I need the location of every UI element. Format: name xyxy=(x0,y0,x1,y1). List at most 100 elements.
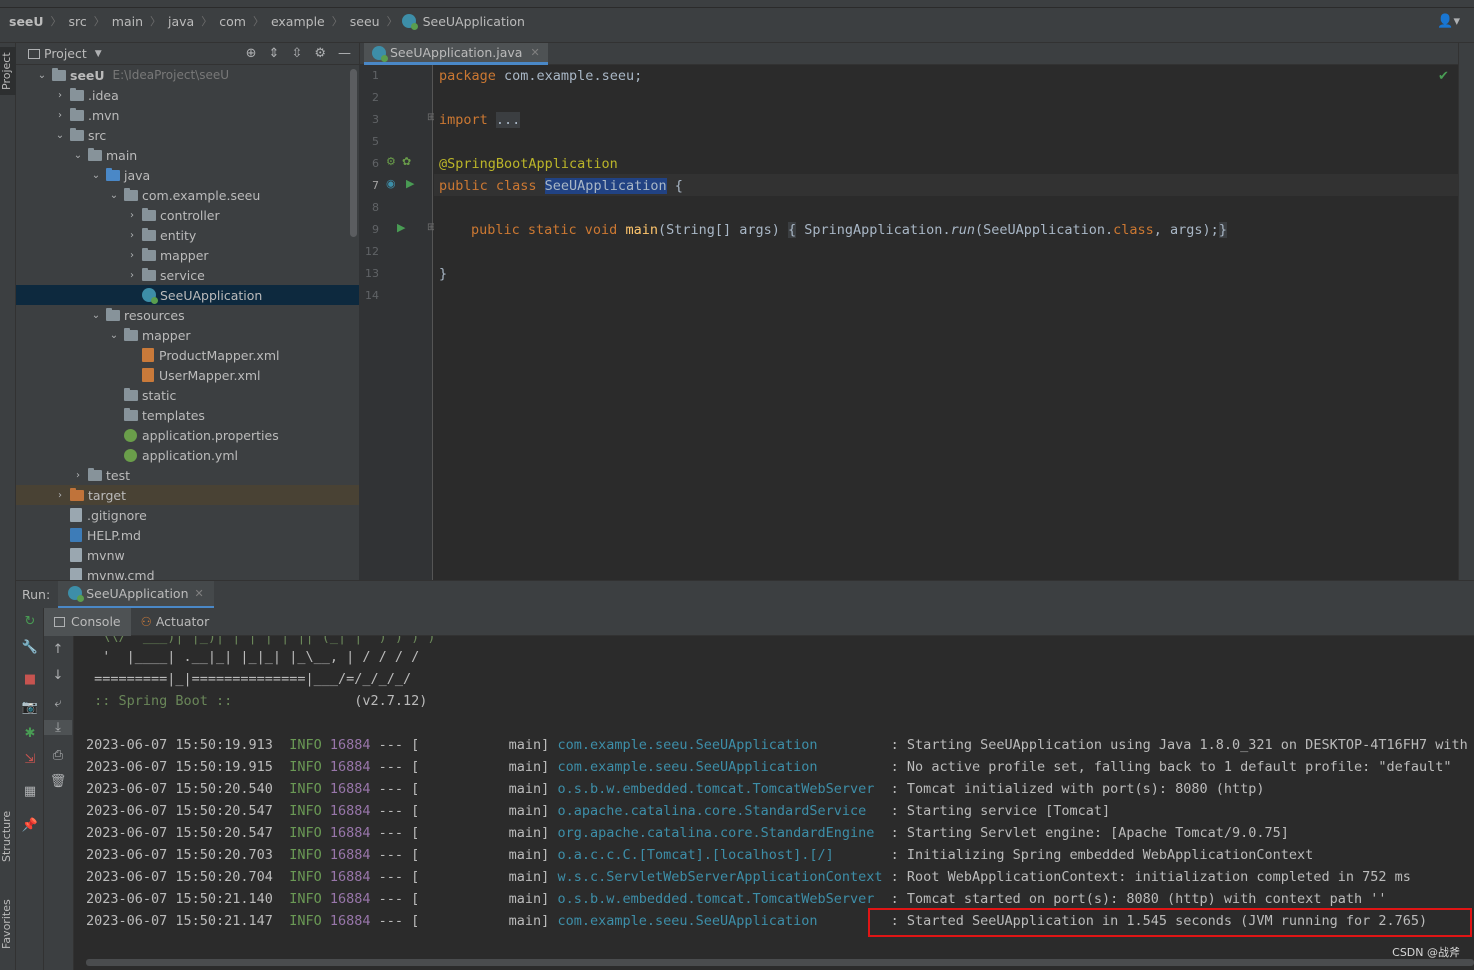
chevron-down-icon[interactable]: ⌄ xyxy=(36,70,48,81)
tree-item[interactable]: › .idea xyxy=(16,85,359,105)
tree-item[interactable]: ProductMapper.xml xyxy=(16,345,359,365)
tree-item[interactable]: static xyxy=(16,385,359,405)
tree-item[interactable]: mvnw xyxy=(16,545,359,565)
breadcrumb-item-main[interactable]: main xyxy=(109,14,146,29)
arrow-down-icon[interactable]: ↓ xyxy=(44,668,72,683)
chevron-right-icon[interactable]: › xyxy=(54,110,66,121)
arrow-up-icon[interactable]: ↑ xyxy=(44,642,72,657)
collapse-all-icon[interactable]: ⇳ xyxy=(291,46,302,61)
tree-item[interactable]: › mapper xyxy=(16,245,359,265)
tab-actuator[interactable]: ⚇ Actuator xyxy=(131,608,220,636)
chevron-right-icon[interactable]: › xyxy=(126,210,138,221)
gear-icon[interactable]: ⚙ xyxy=(314,46,326,61)
breadcrumb-item-example[interactable]: example xyxy=(268,14,328,29)
soft-wrap-icon[interactable]: ⤶ xyxy=(44,696,72,711)
debug-icon[interactable]: ✱ xyxy=(16,726,44,741)
chevron-right-icon[interactable]: › xyxy=(126,250,138,261)
project-panel-title[interactable]: Project xyxy=(44,46,87,61)
favorites-tool-tab[interactable]: Favorites xyxy=(0,889,16,959)
log-logger[interactable]: o.s.b.w.embedded.tomcat.TomcatWebServer xyxy=(557,781,882,797)
run-tab-seeuapplication[interactable]: SeeUApplication ✕ xyxy=(58,580,214,609)
tree-item[interactable]: › target xyxy=(16,485,359,505)
tree-item[interactable]: ⌄ java xyxy=(16,165,359,185)
chevron-down-icon[interactable]: ⌄ xyxy=(108,190,120,201)
chevron-down-icon[interactable]: ⌄ xyxy=(108,330,120,341)
chevron-right-icon[interactable]: › xyxy=(126,230,138,241)
log-logger[interactable]: o.a.c.c.C.[Tomcat].[localhost].[/] xyxy=(557,847,882,863)
breadcrumb-item-seeuapplication[interactable]: SeeUApplication xyxy=(420,14,528,29)
tree-item[interactable]: .gitignore xyxy=(16,505,359,525)
chevron-right-icon[interactable]: › xyxy=(54,90,66,101)
tree-item[interactable]: › service xyxy=(16,265,359,285)
code-editor[interactable]: package com.example.seeu; import ... @Sp… xyxy=(434,65,1458,580)
tree-item[interactable]: › entity xyxy=(16,225,359,245)
check-icon[interactable]: ✔ xyxy=(1438,69,1449,84)
folded-imports[interactable]: ... xyxy=(495,112,521,128)
tree-item[interactable]: mvnw.cmd xyxy=(16,565,359,580)
locate-icon[interactable]: ⊕ xyxy=(246,46,257,61)
rerun-icon[interactable]: ↻ xyxy=(16,614,44,629)
trash-icon[interactable]: 🗑 xyxy=(44,774,72,789)
log-logger[interactable]: o.s.b.w.embedded.tomcat.TomcatWebServer xyxy=(557,891,882,907)
log-logger[interactable]: org.apache.catalina.core.StandardEngine xyxy=(557,825,882,841)
close-icon[interactable]: ✕ xyxy=(195,587,204,600)
breadcrumb-item-com[interactable]: com xyxy=(216,14,249,29)
tab-console[interactable]: Console xyxy=(44,607,131,636)
fold-brace[interactable]: { xyxy=(788,222,797,238)
pin-icon[interactable]: 📌 xyxy=(16,818,44,833)
spring-class-gutter-icon[interactable]: ◉ xyxy=(386,177,396,190)
console-horizontal-scrollbar[interactable] xyxy=(86,959,1474,966)
tree-item[interactable]: › controller xyxy=(16,205,359,225)
breadcrumb-item-seeu-package[interactable]: seeu xyxy=(347,14,383,29)
chevron-right-icon[interactable]: › xyxy=(72,470,84,481)
log-logger[interactable]: com.example.seeu.SeeUApplication xyxy=(557,759,882,775)
editor-tab-seeuapplication[interactable]: SeeUApplication.java ✕ xyxy=(364,43,548,65)
tree-item[interactable]: ⌄ com.example.seeu xyxy=(16,185,359,205)
chevron-down-icon[interactable]: ⌄ xyxy=(54,130,66,141)
breadcrumb-item-src[interactable]: src xyxy=(66,14,90,29)
tree-item[interactable]: ⌄ main xyxy=(16,145,359,165)
tree-item[interactable]: UserMapper.xml xyxy=(16,365,359,385)
user-icon[interactable]: 👤▾ xyxy=(1437,14,1460,29)
log-logger[interactable]: com.example.seeu.SeeUApplication xyxy=(557,913,882,929)
tree-item[interactable]: ⌄ seeU E:\IdeaProject\seeU xyxy=(16,65,359,85)
camera-icon[interactable]: 📷 xyxy=(16,700,44,715)
fold-brace[interactable]: } xyxy=(1218,222,1227,238)
structure-tool-tab[interactable]: Structure xyxy=(0,800,16,872)
run-main-icon[interactable]: ▶ xyxy=(397,221,405,234)
tree-item[interactable]: › test xyxy=(16,465,359,485)
tree-item[interactable]: application.properties xyxy=(16,425,359,445)
tree-item[interactable]: ⌄ resources xyxy=(16,305,359,325)
tree-item[interactable]: SeeUApplication xyxy=(16,285,359,305)
log-logger[interactable]: w.s.c.ServletWebServerApplicationContext xyxy=(557,869,882,885)
hide-icon[interactable]: — xyxy=(338,46,351,61)
spring-bean-icon[interactable]: ⚙ xyxy=(386,155,396,168)
layout-icon[interactable]: ▦ xyxy=(16,784,44,799)
log-logger[interactable]: com.example.seeu.SeeUApplication xyxy=(557,737,882,753)
chevron-down-icon[interactable]: ▼ xyxy=(95,49,102,59)
tree-item[interactable]: › .mvn xyxy=(16,105,359,125)
chevron-right-icon[interactable]: › xyxy=(54,490,66,501)
wrench-icon[interactable]: 🔧 xyxy=(16,640,44,655)
chevron-right-icon[interactable]: › xyxy=(126,270,138,281)
log-logger[interactable]: o.apache.catalina.core.StandardService xyxy=(557,803,882,819)
chevron-down-icon[interactable]: ⌄ xyxy=(90,310,102,321)
tree-item[interactable]: application.yml xyxy=(16,445,359,465)
print-icon[interactable]: ⎙ xyxy=(44,748,72,763)
project-tool-tab[interactable]: Project xyxy=(0,47,16,95)
expand-all-icon[interactable]: ⇕ xyxy=(269,46,280,61)
tree-item[interactable]: HELP.md xyxy=(16,525,359,545)
breadcrumb-item-java[interactable]: java xyxy=(165,14,197,29)
spring-leaf-icon[interactable]: ✿ xyxy=(402,155,411,168)
run-icon[interactable]: ▶ xyxy=(406,177,414,190)
stop-icon[interactable]: ■ xyxy=(16,672,44,687)
breadcrumb-item-seeu[interactable]: seeU xyxy=(6,14,47,29)
tree-item[interactable]: templates xyxy=(16,405,359,425)
chevron-down-icon[interactable]: ⌄ xyxy=(90,170,102,181)
scroll-to-end-icon[interactable]: ⤓ xyxy=(44,720,72,735)
project-scrollbar[interactable] xyxy=(350,69,357,237)
close-icon[interactable]: ✕ xyxy=(530,46,539,59)
tree-item[interactable]: ⌄ src xyxy=(16,125,359,145)
tree-item[interactable]: ⌄ mapper xyxy=(16,325,359,345)
chevron-down-icon[interactable]: ⌄ xyxy=(72,150,84,161)
